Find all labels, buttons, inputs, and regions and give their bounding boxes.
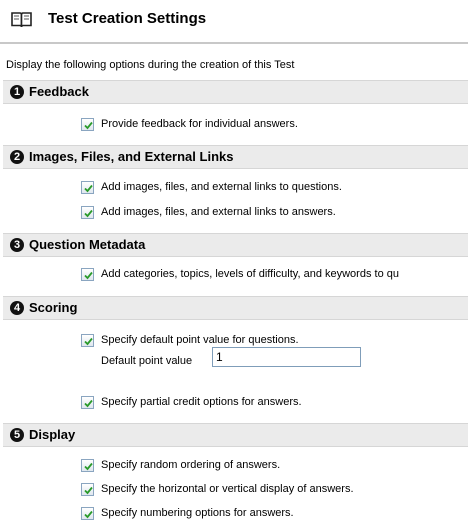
check-mark-icon — [84, 271, 93, 280]
feedback-checkbox[interactable] — [81, 118, 94, 131]
section-title: Scoring — [29, 300, 78, 315]
links-answers-checkbox[interactable] — [81, 206, 94, 219]
option-label: Specify random ordering of answers. — [101, 459, 281, 471]
section-title: Question Metadata — [29, 237, 146, 252]
check-mark-icon — [84, 510, 93, 519]
partial-credit-checkbox[interactable] — [81, 396, 94, 409]
option-label: Specify the horizontal or vertical displ… — [101, 483, 354, 495]
random-ordering-checkbox[interactable] — [81, 459, 94, 472]
section-number-badge: 5 — [10, 428, 24, 442]
check-mark-icon — [84, 209, 93, 218]
option-label: Add images, files, and external links to… — [101, 206, 336, 218]
option-label: Specify numbering options for answers. — [101, 507, 294, 519]
metadata-checkbox[interactable] — [81, 268, 94, 281]
section-header-display: 5 Display — [3, 423, 468, 447]
section-title: Images, Files, and External Links — [29, 149, 234, 164]
page-header: Test Creation Settings — [0, 0, 468, 44]
section-header-feedback: 1 Feedback — [3, 80, 468, 104]
option-label: Provide feedback for individual answers. — [101, 118, 298, 130]
option-label: Add images, files, and external links to… — [101, 181, 342, 193]
links-questions-checkbox[interactable] — [81, 181, 94, 194]
check-mark-icon — [84, 184, 93, 193]
section-header-images-files-links: 2 Images, Files, and External Links — [3, 145, 468, 169]
option-label: Add categories, topics, levels of diffic… — [101, 268, 399, 280]
default-point-checkbox[interactable] — [81, 334, 94, 347]
page-title: Test Creation Settings — [48, 10, 207, 27]
check-mark-icon — [84, 462, 93, 471]
section-title: Feedback — [29, 84, 89, 99]
check-mark-icon — [84, 121, 93, 130]
default-point-label: Default point value — [101, 355, 193, 367]
test-creation-settings-page: Test Creation Settings Display the follo… — [0, 0, 468, 527]
display-orientation-checkbox[interactable] — [81, 483, 94, 496]
section-number-badge: 1 — [10, 85, 24, 99]
check-mark-icon — [84, 337, 93, 346]
section-title: Display — [29, 427, 76, 442]
check-mark-icon — [84, 486, 93, 495]
section-number-badge: 3 — [10, 238, 24, 252]
option-label: Specify partial credit options for answe… — [101, 396, 302, 408]
numbering-checkbox[interactable] — [81, 507, 94, 520]
default-point-input[interactable] — [212, 347, 361, 367]
option-label: Specify default point value for question… — [101, 334, 299, 346]
section-header-question-metadata: 3 Question Metadata — [3, 233, 468, 257]
section-header-scoring: 4 Scoring — [3, 296, 468, 320]
intro-text: Display the following options during the… — [6, 59, 295, 71]
section-number-badge: 4 — [10, 301, 24, 315]
check-mark-icon — [84, 399, 93, 408]
section-number-badge: 2 — [10, 150, 24, 164]
book-icon — [11, 12, 32, 28]
